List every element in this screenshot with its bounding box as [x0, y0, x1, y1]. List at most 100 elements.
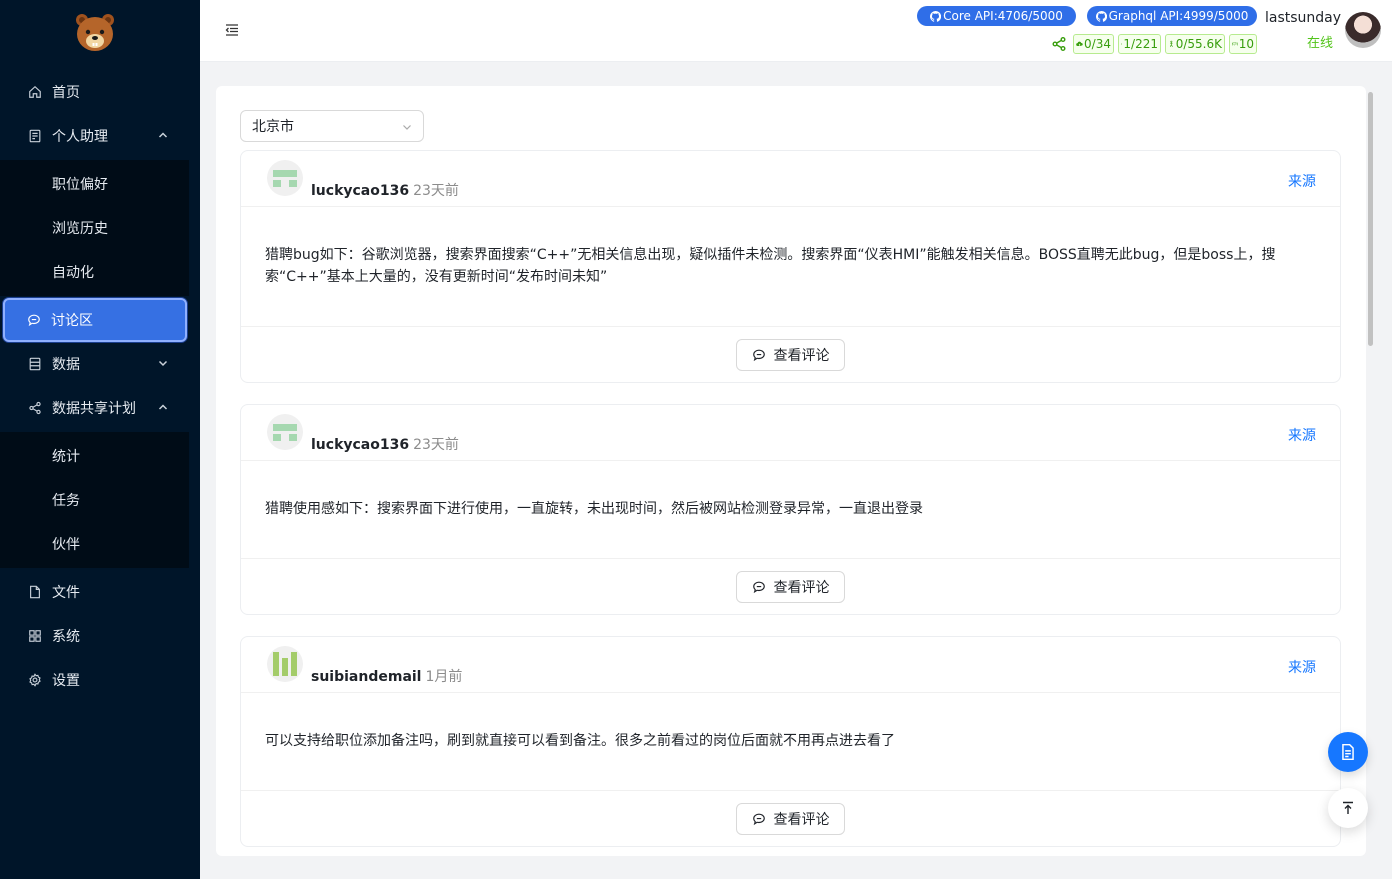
doc-float-button[interactable]	[1328, 732, 1368, 772]
share-icon	[28, 401, 42, 415]
user-avatar[interactable]	[267, 646, 303, 682]
menu-item-discussion[interactable]: 讨论区	[3, 298, 187, 342]
city-select-value: 北京市	[252, 119, 294, 135]
post-content: 猎聘使用感如下：搜索界面下进行使用，一直旋转，未出现时间，然后被网站检测登录异常…	[265, 501, 923, 517]
post-footer: 查看评论	[241, 558, 1340, 615]
apps-icon	[28, 629, 42, 643]
online-status: 在线	[1307, 36, 1334, 51]
sidebar: 首页 个人助理 职位偏好 浏览历史 自动化 讨论区 数据 数据共享计划 统计 任…	[0, 0, 200, 879]
graphql-api-label: Graphql API:4999/5000	[1108, 9, 1249, 23]
post-card: suibiandemail 1月前 来源 可以支持给职位添加备注吗，刷到就直接可以…	[240, 636, 1341, 847]
scrollbar-thumb[interactable]	[1368, 92, 1373, 346]
comment-icon	[752, 813, 765, 826]
menu-item-label: 文件	[52, 585, 80, 601]
menu-item-label: 数据	[52, 357, 80, 373]
menu-item-assistant[interactable]: 个人助理	[0, 114, 200, 158]
view-comments-button[interactable]: 查看评论	[736, 571, 845, 603]
sub-item-automation[interactable]: 自动化	[0, 250, 189, 294]
chat-icon	[27, 313, 41, 327]
username[interactable]: lastsunday	[1265, 10, 1341, 26]
sub-item-statistics[interactable]: 统计	[0, 434, 189, 478]
download-stat-tag: 1/221	[1118, 34, 1161, 54]
post-author-name[interactable]: suibiandemail	[311, 669, 421, 685]
arrow-up-to-top-icon	[1343, 801, 1353, 814]
menu-item-label: 个人助理	[52, 129, 108, 145]
menu-item-settings[interactable]: 设置	[0, 658, 200, 702]
user-avatar[interactable]	[1345, 12, 1381, 48]
partner-stat-value: 10	[1238, 37, 1254, 51]
view-comments-button[interactable]: 查看评论	[736, 803, 845, 835]
menu-item-label: 系统	[52, 629, 80, 645]
record-stat-value: 0/55.6K	[1175, 37, 1222, 51]
post-author[interactable]: suibiandemail 1月前	[311, 666, 462, 686]
source-link[interactable]: 来源	[1288, 425, 1316, 445]
menu-item-data[interactable]: 数据	[0, 342, 200, 386]
source-link[interactable]: 来源	[1288, 657, 1316, 677]
view-comments-label: 查看评论	[773, 812, 830, 828]
post-author[interactable]: luckycao136 23天前	[311, 180, 459, 200]
share-icon[interactable]	[1051, 36, 1067, 52]
menu-item-label: 首页	[52, 85, 80, 101]
database-icon	[28, 357, 42, 371]
graphql-api-badge[interactable]: Graphql API:4999/5000	[1087, 6, 1257, 26]
chevron-down-icon	[403, 125, 411, 130]
github-icon	[930, 10, 942, 22]
post-time: 23天前	[413, 183, 459, 199]
upload-stat-tag: 0/34	[1073, 34, 1114, 54]
view-comments-label: 查看评论	[773, 580, 830, 596]
sub-item-partners[interactable]: 伙伴	[0, 522, 189, 566]
post-footer: 查看评论	[241, 326, 1340, 383]
menu-item-data-sharing[interactable]: 数据共享计划	[0, 386, 200, 430]
menu-item-label: 数据共享计划	[52, 401, 136, 417]
chevron-down-icon	[158, 360, 168, 367]
view-comments-button[interactable]: 查看评论	[736, 339, 845, 371]
post-card: luckycao136 23天前 来源 猎聘使用感如下：搜索界面下进行使用，一直旋…	[240, 404, 1341, 615]
home-icon	[28, 85, 42, 99]
menu-item-label: 讨论区	[51, 313, 93, 329]
chevron-up-icon	[158, 404, 168, 410]
sub-item-browse-history[interactable]: 浏览历史	[0, 206, 189, 250]
post-content: 可以支持给职位添加备注吗，刷到就直接可以看到备注。很多之前看过的岗位后面就不用再…	[265, 733, 895, 749]
core-api-label: Core API:4706/5000	[943, 9, 1063, 23]
sub-item-tasks[interactable]: 任务	[0, 478, 189, 522]
post-author[interactable]: luckycao136 23天前	[311, 434, 459, 454]
post-header: luckycao136 23天前 来源	[241, 151, 1340, 207]
menu-item-files[interactable]: 文件	[0, 570, 200, 614]
document-icon	[1342, 743, 1354, 761]
chevron-up-icon	[158, 132, 168, 138]
core-api-badge[interactable]: Core API:4706/5000	[917, 6, 1076, 26]
user-avatar[interactable]	[267, 414, 303, 450]
post-time: 1月前	[425, 669, 463, 685]
cloud-upload-icon	[1121, 43, 1123, 45]
post-content: 猎聘bug如下：谷歌浏览器，搜索界面搜索“C++”无相关信息出现，疑似插件未检测…	[265, 247, 1276, 285]
view-comments-label: 查看评论	[773, 348, 830, 364]
back-to-top-button[interactable]	[1328, 788, 1368, 828]
github-icon	[1095, 10, 1107, 22]
post-author-name[interactable]: luckycao136	[311, 437, 409, 453]
settings-icon	[28, 673, 42, 687]
bear-logo-icon[interactable]	[74, 12, 116, 54]
person-run-icon	[1169, 40, 1173, 47]
handshake-icon	[1232, 42, 1238, 46]
menu-item-label: 设置	[52, 673, 80, 689]
menu-item-system[interactable]: 系统	[0, 614, 200, 658]
sub-item-job-preference[interactable]: 职位偏好	[0, 162, 189, 206]
cloud-upload-icon	[1076, 41, 1083, 47]
bottom-strip	[200, 872, 1392, 879]
download-stat-value: 1/221	[1123, 37, 1158, 51]
post-card: luckycao136 23天前 来源 猎聘bug如下：谷歌浏览器，搜索界面搜索“…	[240, 150, 1341, 383]
menu-fold-icon[interactable]	[224, 22, 240, 38]
menu-item-home[interactable]: 首页	[0, 70, 200, 114]
source-link[interactable]: 来源	[1288, 171, 1316, 191]
file-icon	[28, 585, 42, 599]
user-avatar[interactable]	[267, 160, 303, 196]
post-header: suibiandemail 1月前 来源	[241, 637, 1340, 693]
comment-icon	[752, 349, 765, 362]
city-select[interactable]: 北京市	[240, 110, 424, 142]
upload-stat-value: 0/34	[1084, 37, 1111, 51]
discussion-panel: 北京市 luckycao136 23天前 来源 猎聘bug如下：谷歌浏览器，搜索界…	[216, 86, 1366, 856]
top-header: Core API:4706/5000 Graphql API:4999/5000…	[200, 0, 1392, 62]
post-author-name[interactable]: luckycao136	[311, 183, 409, 199]
post-footer: 查看评论	[241, 790, 1340, 847]
comment-icon	[752, 581, 765, 594]
